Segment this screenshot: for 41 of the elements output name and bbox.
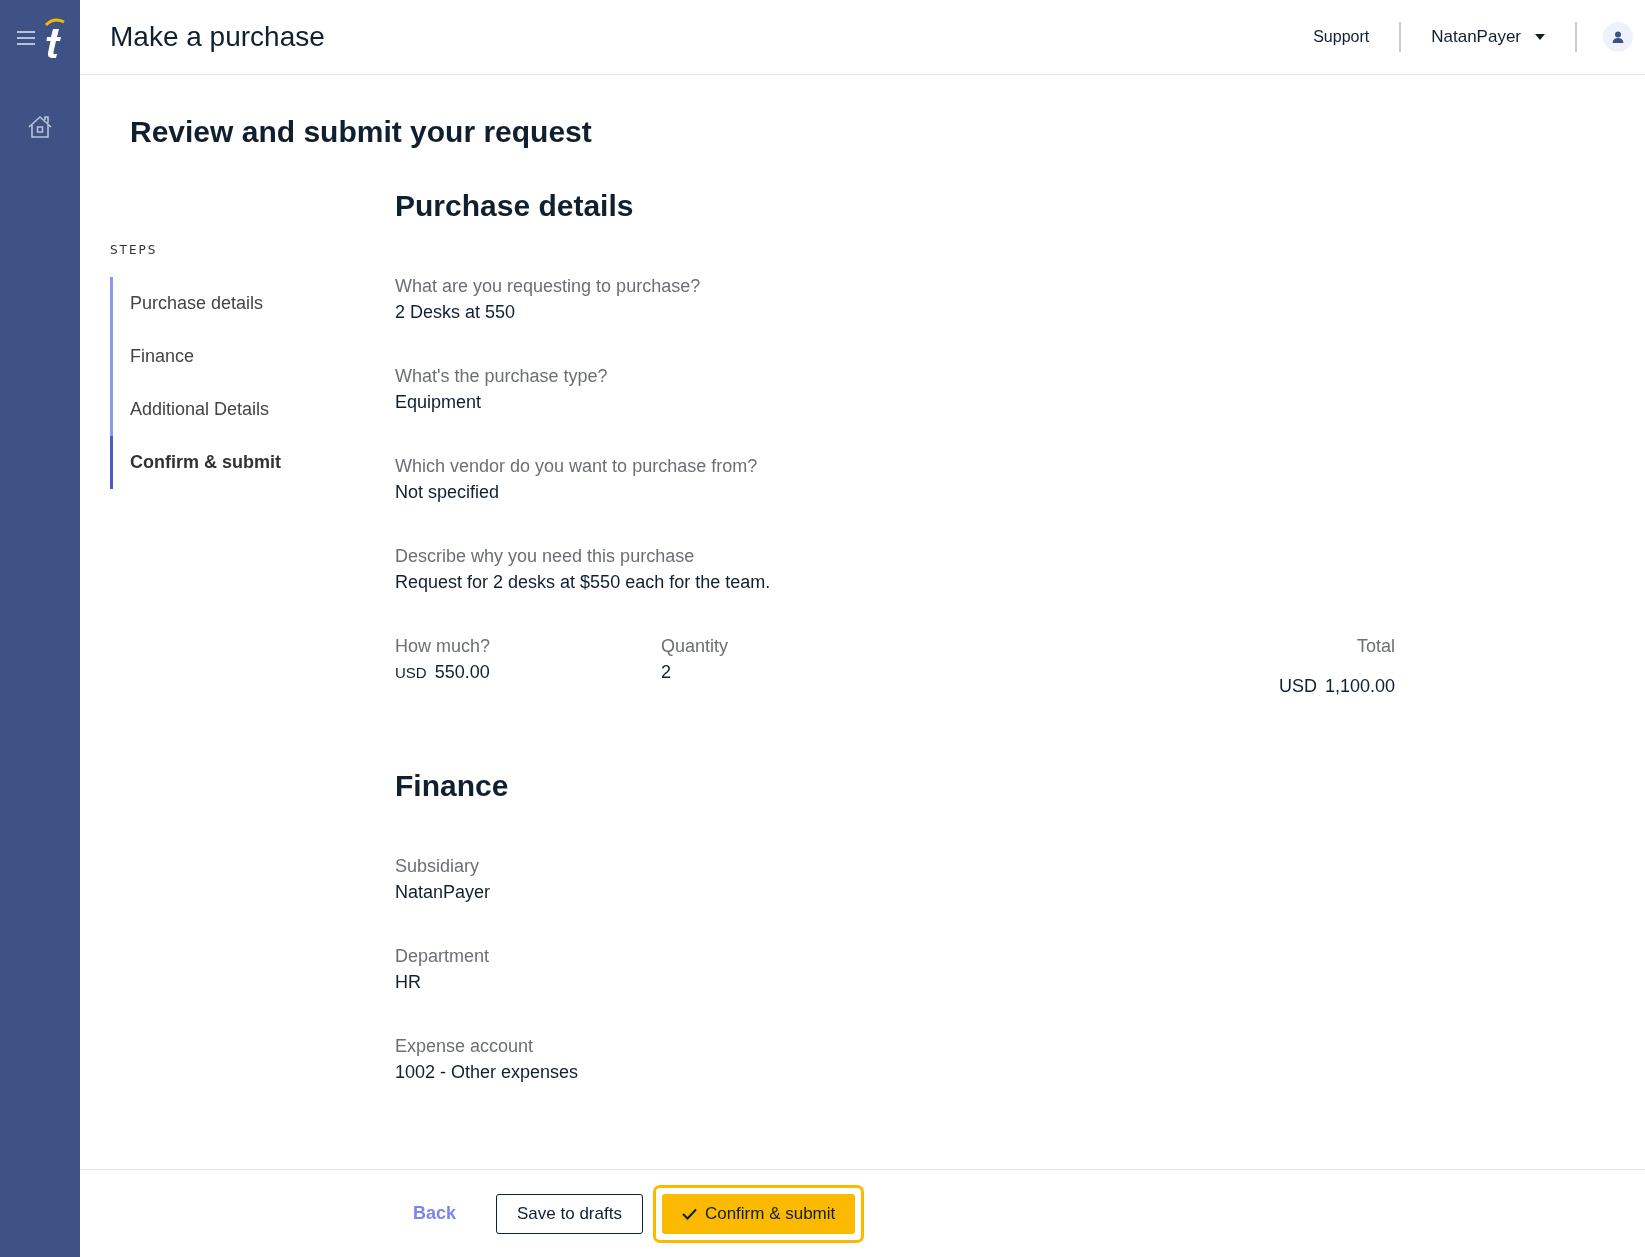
field-label: Expense account	[395, 1035, 535, 1058]
field-value: Request for 2 desks at $550 each for the team.	[395, 571, 772, 594]
section-heading: Purchase details	[395, 189, 635, 223]
field-label: Quantity	[661, 635, 730, 658]
field-value: 550.00	[434, 661, 490, 684]
field-label: How much?	[395, 635, 492, 658]
step-link[interactable]: Additional Details	[110, 383, 395, 436]
avatar[interactable]	[1603, 22, 1633, 52]
field-label: Which vendor do you want to purchase from?	[395, 455, 759, 478]
currency-code: USD	[1278, 675, 1317, 698]
field-value: 2	[661, 661, 672, 684]
field-value: Equipment	[395, 391, 483, 414]
step-link[interactable]: Confirm & submit	[110, 436, 395, 489]
menu-icon[interactable]	[16, 29, 36, 46]
field-value: Not specified	[395, 481, 501, 504]
check-icon	[681, 1207, 697, 1220]
field-label: Describe why you need this purchase	[395, 545, 696, 568]
total-value: 1,100.00	[1324, 675, 1395, 698]
confirm-submit-button[interactable]: Confirm & submit	[661, 1193, 856, 1234]
person-icon	[1612, 31, 1624, 43]
field-label: Subsidiary	[395, 855, 481, 878]
currency-code: USD	[395, 663, 427, 683]
review-heading: Review and submit your request	[130, 115, 593, 149]
field-label: Total	[1355, 635, 1395, 658]
step-link[interactable]: Finance	[110, 330, 395, 383]
field-value: NatanPayer	[395, 881, 492, 904]
user-menu[interactable]: NatanPayer	[1431, 27, 1545, 47]
step-link[interactable]: Purchase details	[110, 277, 395, 330]
save-drafts-button[interactable]: Save to drafts	[496, 1193, 643, 1234]
caret-icon	[1535, 34, 1545, 40]
field-label: What's the purchase type?	[395, 365, 609, 388]
page-header-title: Make a purchase	[110, 21, 325, 53]
section-heading: Finance	[395, 769, 510, 803]
field-label: Department	[395, 945, 491, 968]
field-value: HR	[395, 971, 422, 994]
field-value: 2 Desks at 550	[395, 301, 517, 324]
support-link[interactable]: Support	[1313, 28, 1370, 46]
steps-label: STEPS	[110, 243, 159, 257]
field-label: What are you requesting to purchase?	[395, 275, 702, 298]
home-icon[interactable]	[27, 115, 53, 139]
field-value: 1002 - Other expenses	[395, 1061, 580, 1084]
